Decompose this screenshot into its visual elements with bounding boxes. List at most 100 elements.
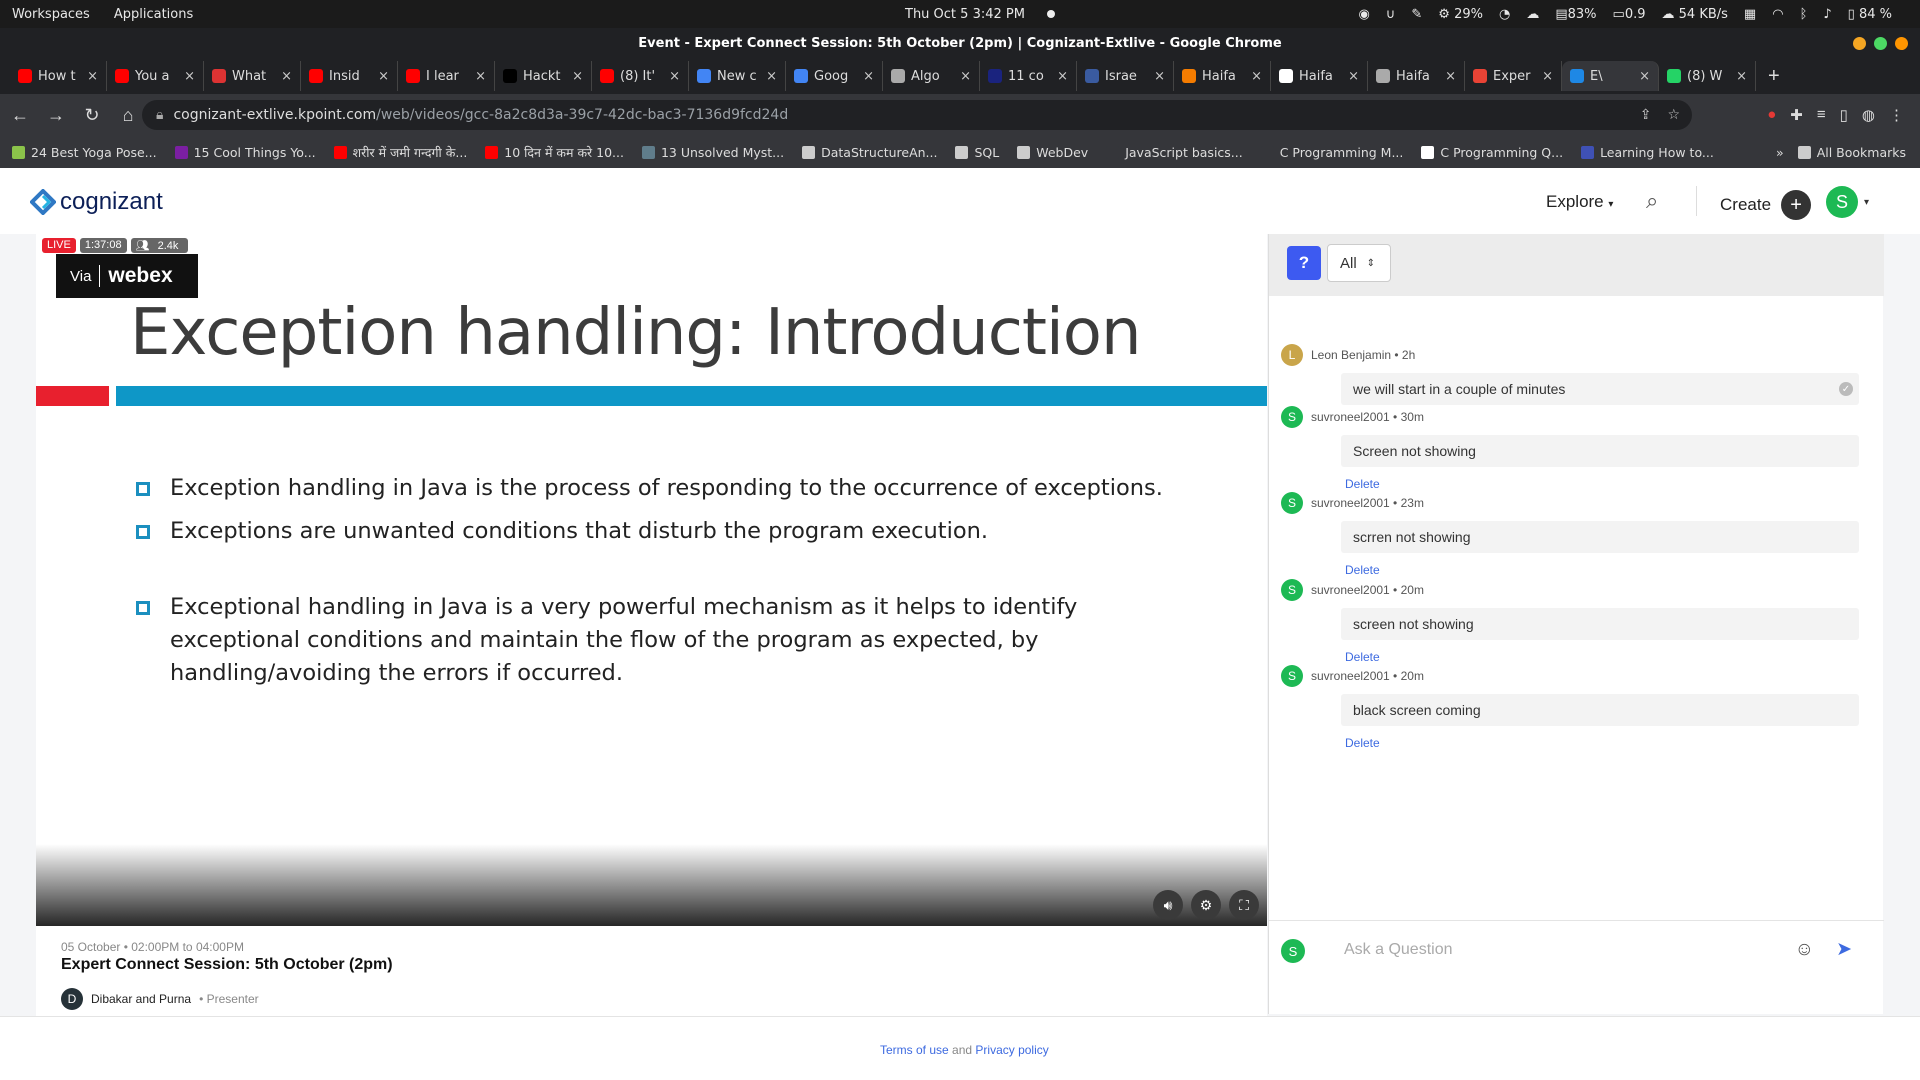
- close-tab-icon[interactable]: ×: [475, 69, 486, 84]
- workspaces-menu[interactable]: Workspaces: [12, 7, 90, 22]
- terms-link[interactable]: Terms of use: [880, 1043, 949, 1057]
- close-tab-icon[interactable]: ×: [1154, 69, 1165, 84]
- browser-tab[interactable]: (8) W ×: [1659, 61, 1756, 91]
- close-tab-icon[interactable]: ×: [281, 69, 292, 84]
- close-tab-icon[interactable]: ×: [87, 69, 98, 84]
- profile-icon[interactable]: ◍: [1862, 106, 1875, 124]
- cognizant-logo[interactable]: cognizant: [30, 188, 163, 216]
- delete-link[interactable]: Delete: [1345, 650, 1871, 664]
- applications-menu[interactable]: Applications: [114, 7, 193, 22]
- browser-tab[interactable]: Insid ×: [301, 61, 398, 91]
- battery-icon[interactable]: ▯ 84 %: [1848, 7, 1892, 22]
- user-menu[interactable]: S ▾: [1826, 186, 1869, 218]
- browser-tab[interactable]: 11 co ×: [980, 61, 1077, 91]
- browser-tab[interactable]: What ×: [204, 61, 301, 91]
- presenter-name[interactable]: Dibakar and Purna: [91, 992, 191, 1006]
- side-panel-icon[interactable]: ▯: [1840, 106, 1848, 124]
- bookmark-item[interactable]: 10 दिन में कम करे 10...: [485, 144, 624, 161]
- explore-menu[interactable]: Explore ▾: [1546, 192, 1613, 212]
- close-tab-icon[interactable]: ×: [572, 69, 583, 84]
- browser-tab[interactable]: Haifa ×: [1368, 61, 1465, 91]
- emoji-icon[interactable]: ☺: [1795, 939, 1814, 961]
- browser-tab[interactable]: Hackt ×: [495, 61, 592, 91]
- close-tab-icon[interactable]: ×: [184, 69, 195, 84]
- browser-tab[interactable]: Goog ×: [786, 61, 883, 91]
- video-player[interactable]: LIVE 1:37:08 👥︎ 2.4k Via webex Exception…: [36, 234, 1267, 926]
- close-tab-icon[interactable]: ×: [1639, 69, 1650, 84]
- gamepad-icon[interactable]: ◉: [1359, 7, 1370, 22]
- delete-link[interactable]: Delete: [1345, 563, 1871, 577]
- share-icon[interactable]: ⇪: [1640, 107, 1652, 123]
- all-bookmarks-folder[interactable]: All Bookmarks: [1797, 145, 1906, 160]
- extensions-puzzle-icon[interactable]: ✚: [1790, 106, 1803, 124]
- close-tab-icon[interactable]: ×: [1251, 69, 1262, 84]
- volume-icon[interactable]: ♪: [1823, 7, 1831, 22]
- create-button[interactable]: Create +: [1720, 190, 1812, 220]
- browser-tab[interactable]: Israe ×: [1077, 61, 1174, 91]
- browser-tab[interactable]: E\ ×: [1562, 61, 1659, 91]
- more-bookmarks-icon[interactable]: »: [1776, 145, 1784, 160]
- browser-tab[interactable]: How t ×: [10, 61, 107, 91]
- magnet-icon[interactable]: ∪: [1386, 7, 1396, 22]
- settings-gear-icon[interactable]: ⚙: [1191, 890, 1221, 920]
- bookmark-item[interactable]: शरीर में जमी गन्दगी के...: [333, 144, 467, 161]
- address-bar[interactable]: 🔒︎ cognizant-extlive.kpoint.com/web/vide…: [142, 100, 1692, 130]
- bookmark-item[interactable]: 24 Best Yoga Pose...: [12, 144, 157, 161]
- bookmark-item[interactable]: DataStructureAn...: [802, 144, 937, 161]
- back-icon[interactable]: ←: [4, 105, 36, 126]
- bookmark-item[interactable]: 15 Cool Things Yo...: [174, 144, 316, 161]
- close-window-button[interactable]: [1895, 37, 1908, 50]
- qa-filter-select[interactable]: All ⇕: [1327, 244, 1391, 282]
- ask-question-input[interactable]: Ask a Question: [1344, 941, 1453, 959]
- layout-icon[interactable]: ▦: [1744, 7, 1756, 22]
- bookmark-item[interactable]: C Programming M...: [1260, 144, 1403, 161]
- browser-tab[interactable]: Exper ×: [1465, 61, 1562, 91]
- close-tab-icon[interactable]: ×: [766, 69, 777, 84]
- fullscreen-icon[interactable]: ⛶: [1229, 890, 1259, 920]
- search-icon[interactable]: ⌕: [1646, 188, 1658, 214]
- minimize-button[interactable]: [1853, 37, 1866, 50]
- privacy-link[interactable]: Privacy policy: [975, 1043, 1048, 1057]
- browser-tab[interactable]: You a ×: [107, 61, 204, 91]
- pen-icon[interactable]: ✎: [1411, 7, 1422, 22]
- bookmark-item[interactable]: Learning How to...: [1581, 144, 1714, 161]
- bookmark-item[interactable]: WebDev: [1017, 144, 1088, 161]
- browser-tab[interactable]: New c ×: [689, 61, 786, 91]
- bookmark-item[interactable]: 13 Unsolved Myst...: [641, 144, 784, 161]
- close-tab-icon[interactable]: ×: [1445, 69, 1456, 84]
- extension-record-icon[interactable]: ●: [1767, 106, 1776, 124]
- close-tab-icon[interactable]: ×: [1348, 69, 1359, 84]
- kebab-menu-icon[interactable]: ⋮: [1889, 106, 1904, 124]
- reload-icon[interactable]: ↻: [76, 105, 108, 126]
- close-tab-icon[interactable]: ×: [863, 69, 874, 84]
- close-tab-icon[interactable]: ×: [1057, 69, 1068, 84]
- send-icon[interactable]: ➤: [1836, 938, 1852, 961]
- browser-tab[interactable]: Algo ×: [883, 61, 980, 91]
- close-tab-icon[interactable]: ×: [378, 69, 389, 84]
- question-icon[interactable]: ?: [1287, 246, 1321, 280]
- home-icon[interactable]: ⌂: [112, 105, 144, 126]
- lock-icon[interactable]: 🔒︎: [156, 107, 163, 123]
- bookmark-item[interactable]: JavaScript basics...: [1106, 144, 1243, 161]
- close-tab-icon[interactable]: ×: [1736, 69, 1747, 84]
- wifi-icon[interactable]: ◠: [1772, 7, 1783, 22]
- close-tab-icon[interactable]: ×: [960, 69, 971, 84]
- close-tab-icon[interactable]: ×: [1542, 69, 1553, 84]
- maximize-button[interactable]: [1874, 37, 1887, 50]
- browser-tab[interactable]: Haifa ×: [1271, 61, 1368, 91]
- close-tab-icon[interactable]: ×: [669, 69, 680, 84]
- reading-list-icon[interactable]: ≡: [1817, 106, 1826, 124]
- bookmark-star-icon[interactable]: ☆: [1667, 107, 1680, 123]
- clock[interactable]: Thu Oct 5 3:42 PM: [905, 7, 1025, 22]
- bookmark-item[interactable]: SQL: [955, 144, 999, 161]
- browser-tab[interactable]: (8) It' ×: [592, 61, 689, 91]
- volume-button[interactable]: 🔊︎: [1153, 890, 1183, 920]
- forward-icon[interactable]: →: [40, 105, 72, 126]
- browser-tab[interactable]: I lear ×: [398, 61, 495, 91]
- browser-tab[interactable]: Haifa ×: [1174, 61, 1271, 91]
- delete-link[interactable]: Delete: [1345, 477, 1871, 491]
- bluetooth-icon[interactable]: ᛒ: [1800, 7, 1808, 22]
- delete-link[interactable]: Delete: [1345, 736, 1871, 750]
- new-tab-icon[interactable]: +: [1768, 65, 1780, 88]
- bookmark-item[interactable]: C Programming Q...: [1421, 144, 1563, 161]
